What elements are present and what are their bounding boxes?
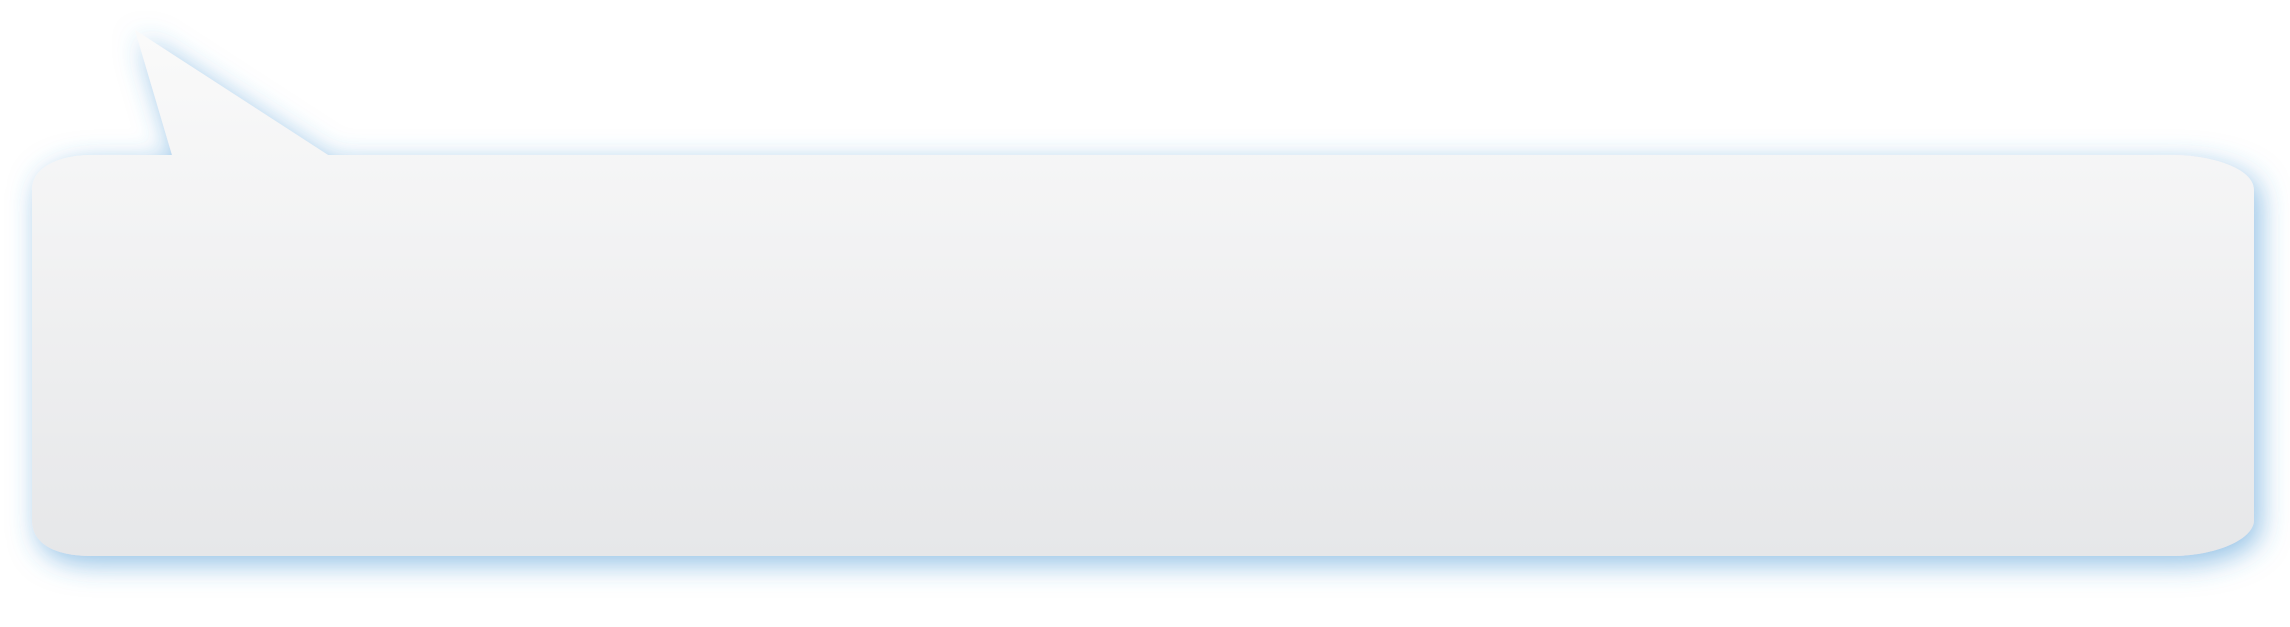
- canvas: [0, 0, 2290, 627]
- callout-text: [60, 170, 2210, 530]
